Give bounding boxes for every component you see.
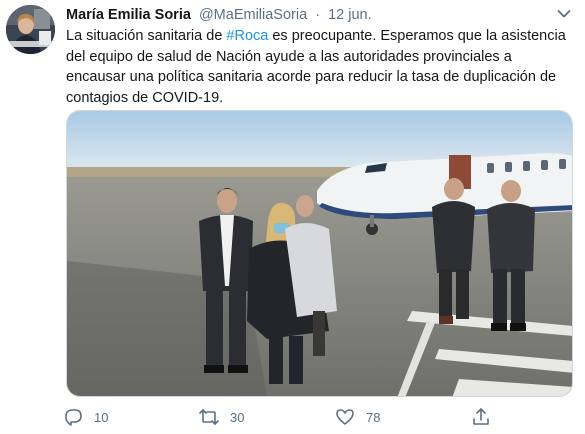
retweet-button[interactable]: 30	[198, 404, 244, 430]
tweet-card[interactable]: María Emilia Soria @MaEmiliaSoria · 12 j…	[0, 0, 585, 434]
author-name[interactable]: María Emilia Soria	[66, 7, 191, 23]
tweet-text: La situación sanitaria de #Roca es preoc…	[66, 26, 571, 108]
airport-tarmac-photo	[67, 111, 572, 396]
tweet-text-start: La situación sanitaria de	[66, 28, 227, 44]
tweet-date[interactable]: 12 jun.	[328, 7, 372, 23]
header-separator: ·	[315, 7, 321, 23]
tweet-header: María Emilia Soria @MaEmiliaSoria · 12 j…	[66, 6, 372, 24]
tweet-photo[interactable]	[66, 110, 573, 397]
avatar-photo	[6, 5, 55, 54]
heart-icon	[336, 409, 354, 425]
tweet-actions: 10 30 78	[62, 404, 489, 430]
share-button[interactable]	[470, 404, 492, 430]
retweet-count: 30	[230, 409, 245, 425]
reply-count: 10	[94, 409, 109, 425]
reply-button[interactable]: 10	[62, 404, 108, 430]
chevron-down-icon[interactable]	[557, 9, 571, 19]
author-avatar[interactable]	[6, 5, 55, 54]
author-handle[interactable]: @MaEmiliaSoria	[199, 7, 307, 23]
like-button[interactable]: 78	[334, 404, 380, 430]
hashtag-link[interactable]: #Roca	[226, 28, 268, 44]
retweet-arrows-icon	[199, 409, 219, 425]
speech-bubble-icon	[65, 409, 82, 426]
share-upload-icon	[473, 408, 489, 425]
like-count: 78	[366, 409, 381, 425]
